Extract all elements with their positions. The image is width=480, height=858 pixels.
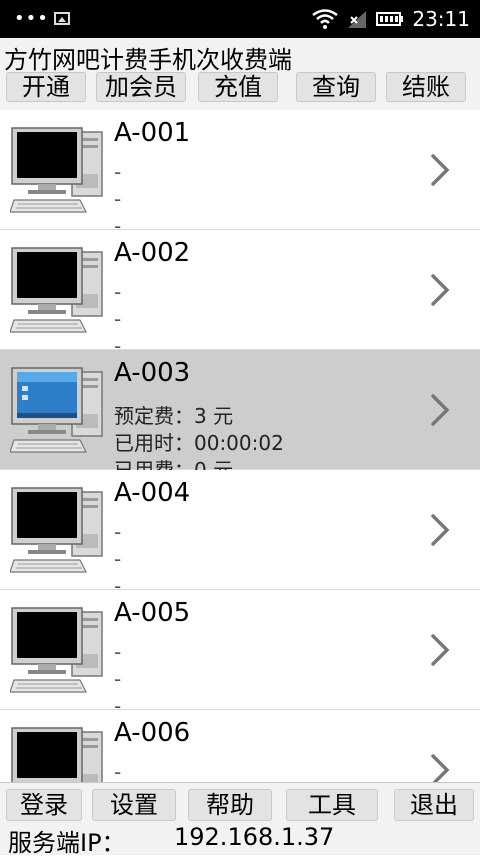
- computer-row[interactable]: A-005 - - -: [0, 590, 480, 718]
- battery-icon: [376, 12, 404, 26]
- computer-icon: [10, 487, 103, 573]
- computer-name: A-004: [114, 478, 191, 508]
- open-button[interactable]: 开通: [6, 72, 86, 102]
- computer-icon: [10, 367, 103, 453]
- detail-line-2: -: [114, 547, 122, 571]
- detail-line-1: -: [114, 760, 122, 782]
- detail-line-1: -: [114, 280, 122, 304]
- signal-icon: [348, 11, 367, 28]
- chevron-right-icon: [431, 754, 450, 782]
- detail-line-1: 预定费：3 元: [114, 404, 234, 428]
- wifi-icon: [312, 9, 339, 29]
- exit-button[interactable]: 退出: [394, 789, 474, 821]
- computer-row[interactable]: A-002 - - -: [0, 230, 480, 358]
- computer-row[interactable]: A-006 -: [0, 710, 480, 782]
- detail-line-1: -: [114, 160, 122, 184]
- image-notification-icon: [54, 12, 70, 25]
- computer-icon: [11, 727, 103, 782]
- computer-icon: [10, 127, 103, 213]
- chevron-right-icon: [431, 394, 450, 426]
- computer-list: A-001 - - - A-002 - - - A-003 预定费：3 元 已用…: [0, 110, 480, 782]
- detail-line-2: -: [114, 307, 122, 331]
- computer-icon: [10, 607, 103, 693]
- checkout-button[interactable]: 结账: [386, 72, 466, 102]
- status-bar: ••• 23:11: [0, 0, 480, 38]
- tools-button[interactable]: 工具: [286, 789, 378, 821]
- computer-name: A-005: [114, 598, 191, 628]
- more-notifications-icon: •••: [14, 8, 49, 29]
- clock: 23:11: [412, 7, 470, 31]
- chevron-right-icon: [431, 274, 450, 306]
- computer-row[interactable]: A-004 - - -: [0, 470, 480, 598]
- computer-icon: [10, 247, 103, 333]
- settings-button[interactable]: 设置: [92, 789, 176, 821]
- chevron-right-icon: [431, 154, 450, 186]
- query-button[interactable]: 查询: [296, 72, 376, 102]
- chevron-right-icon: [431, 514, 450, 546]
- computer-row[interactable]: A-001 - - -: [0, 110, 480, 238]
- help-button[interactable]: 帮助: [188, 789, 272, 821]
- computer-name: A-002: [114, 238, 191, 268]
- computer-name: A-003: [114, 358, 191, 388]
- detail-line-2: -: [114, 667, 122, 691]
- server-ip-value: 192.168.1.37: [174, 823, 335, 851]
- login-button[interactable]: 登录: [6, 789, 82, 821]
- app-title: 方竹网吧计费手机次收费端: [4, 46, 292, 74]
- status-icons: 23:11: [312, 0, 470, 38]
- add-member-button[interactable]: 加会员: [96, 72, 186, 102]
- server-ip-label: 服务端IP：: [8, 829, 126, 857]
- computer-name: A-001: [114, 118, 191, 148]
- app-header: 方竹网吧计费手机次收费端 开通 加会员 充值 查询 结账: [0, 38, 480, 111]
- detail-line-1: -: [114, 520, 122, 544]
- bottom-bar: 登录 设置 帮助 工具 退出 服务端IP： 192.168.1.37: [0, 782, 480, 857]
- computer-name: A-006: [114, 718, 191, 748]
- detail-line-1: -: [114, 640, 122, 664]
- detail-line-2: -: [114, 187, 122, 211]
- recharge-button[interactable]: 充值: [198, 72, 278, 102]
- computer-row[interactable]: A-003 预定费：3 元 已用时：00:00:02 已用费：0 元: [0, 350, 480, 482]
- detail-line-2: 已用时：00:00:02: [114, 431, 284, 455]
- chevron-right-icon: [431, 634, 450, 666]
